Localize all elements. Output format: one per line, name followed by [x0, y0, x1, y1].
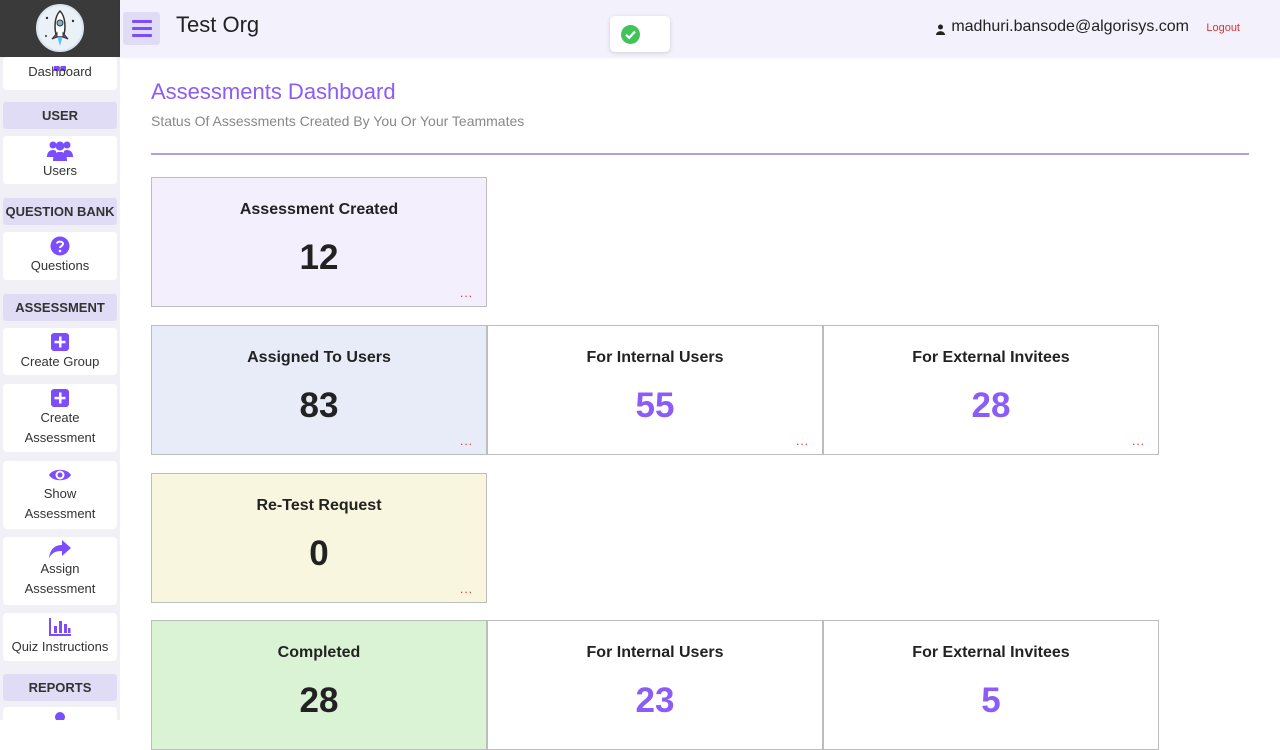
card-assigned-external: For External Invitees 28 ...	[823, 325, 1159, 455]
bar-chart-icon	[48, 617, 72, 637]
sidebar-item-label: Assessment	[24, 581, 96, 596]
card-title: For External Invitees	[912, 644, 1070, 661]
sidebar-item-label: Show	[43, 486, 77, 501]
card-value: 0	[309, 534, 329, 573]
card-title: Assessment Created	[239, 201, 399, 218]
org-name: Test Org	[176, 12, 260, 37]
sidebar-item-show-assessment[interactable]: Show Assessment	[3, 461, 117, 529]
plus-square-icon	[50, 388, 70, 408]
logo-bar	[0, 0, 120, 57]
menu-toggle-button[interactable]	[123, 12, 160, 45]
sidebar-item-questions[interactable]: Questions	[3, 232, 117, 280]
card-more-link[interactable]: ...	[460, 286, 473, 300]
card-value: 83	[299, 386, 339, 425]
share-arrow-icon	[48, 539, 72, 559]
card-value: 12	[299, 238, 339, 277]
card-title: For Internal Users	[586, 644, 724, 661]
sidebar-item-create-group[interactable]: Create Group	[3, 328, 117, 375]
section-reports: REPORTS	[3, 674, 117, 701]
hamburger-icon	[132, 20, 152, 42]
sidebar-item-label: Questions	[30, 258, 90, 273]
sidebar-item-label: Create Group	[20, 354, 100, 369]
card-title: Completed	[277, 644, 361, 661]
card-title: Re-Test Request	[256, 497, 382, 514]
plus-square-icon	[50, 332, 70, 352]
user-icon	[54, 707, 66, 720]
card-completed-external: For External Invitees 5	[823, 620, 1159, 750]
section-user: USER	[3, 102, 117, 129]
title-divider	[151, 153, 1249, 155]
card-assigned-internal: For Internal Users 55 ...	[487, 325, 823, 455]
card-value: 28	[299, 681, 339, 720]
sidebar-item-label: Dashboard	[28, 64, 92, 79]
card-assigned-to-users: Assigned To Users 83 ...	[151, 325, 487, 455]
sidebar-item-label: Create	[40, 410, 80, 425]
card-assessment-created: Assessment Created 12 ...	[151, 177, 487, 307]
user-icon	[936, 22, 945, 40]
eye-icon	[48, 466, 72, 484]
sidebar-item-dashboard[interactable]: Dashboard	[3, 57, 117, 90]
card-completed: Completed 28	[151, 620, 487, 750]
sidebar: Dashboard USER Users QUESTION BANK Quest…	[0, 0, 120, 720]
card-more-link[interactable]: ...	[796, 434, 809, 448]
card-completed-internal: For Internal Users 23	[487, 620, 823, 750]
section-question-bank: QUESTION BANK	[3, 198, 117, 225]
card-more-link[interactable]: ...	[460, 434, 473, 448]
sidebar-item-label: Quiz Instructions	[11, 639, 109, 654]
card-title: For Internal Users	[586, 349, 724, 366]
users-icon	[47, 139, 73, 161]
sidebar-item-reports-user[interactable]	[3, 707, 117, 720]
sidebar-item-label: Assessment	[24, 506, 96, 521]
page-title: Assessments Dashboard	[151, 79, 396, 104]
logout-link[interactable]: Logout	[1206, 22, 1240, 34]
card-value: 23	[635, 681, 675, 720]
card-more-link[interactable]: ...	[460, 582, 473, 596]
sidebar-item-label: Assessment	[24, 430, 96, 445]
top-bar: Test Org madhuri.bansode@algorisys.com L…	[120, 0, 1280, 57]
user-email: madhuri.bansode@algorisys.com	[951, 18, 1189, 35]
card-value: 5	[981, 681, 1001, 720]
success-toast[interactable]	[610, 16, 670, 52]
sidebar-item-label: Users	[43, 163, 77, 178]
page-subtitle: Status Of Assessments Created By You Or …	[151, 113, 525, 129]
sidebar-item-quiz-instructions[interactable]: Quiz Instructions	[3, 613, 117, 661]
rocket-logo-icon[interactable]	[36, 4, 84, 52]
question-circle-icon	[50, 236, 70, 256]
section-assessment: ASSESSMENT	[3, 294, 117, 321]
sidebar-item-label: Assign	[40, 561, 80, 576]
card-title: For External Invitees	[912, 349, 1070, 366]
card-more-link[interactable]: ...	[1132, 434, 1145, 448]
card-value: 28	[971, 386, 1011, 425]
sidebar-item-assign-assessment[interactable]: Assign Assessment	[3, 537, 117, 605]
card-title: Assigned To Users	[247, 349, 391, 366]
check-circle-icon	[621, 25, 640, 49]
sidebar-item-create-assessment[interactable]: Create Assessment	[3, 384, 117, 452]
card-retest-request: Re-Test Request 0 ...	[151, 473, 487, 603]
sidebar-item-users[interactable]: Users	[3, 136, 117, 184]
card-value: 55	[635, 386, 675, 425]
